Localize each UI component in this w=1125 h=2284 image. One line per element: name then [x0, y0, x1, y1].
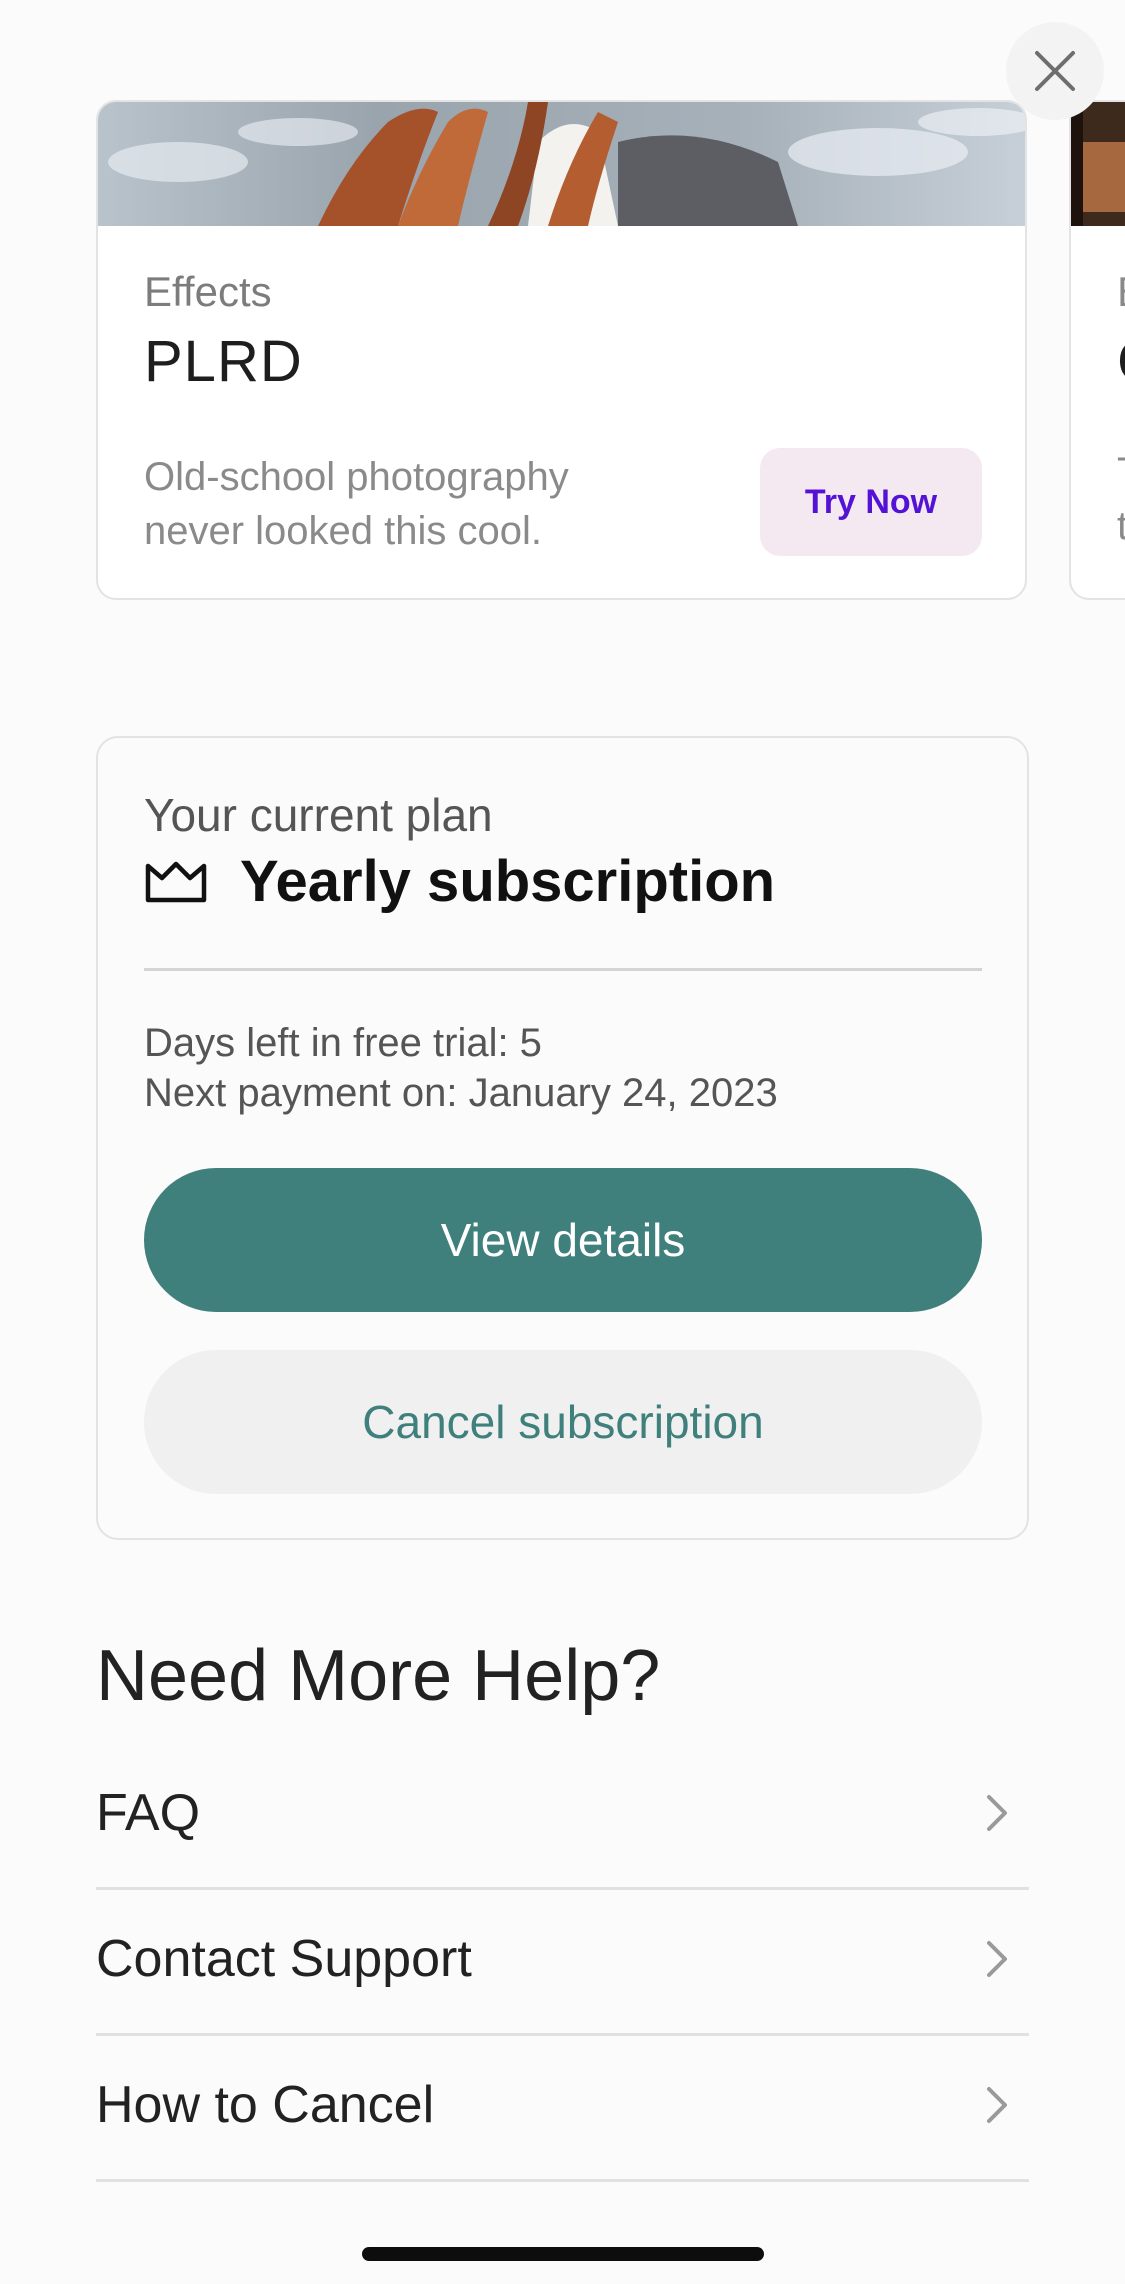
help-item-how-to-cancel[interactable]: How to Cancel — [96, 2036, 1029, 2182]
trial-days-left: Days left in free trial: 5 — [144, 1021, 542, 1065]
effect-card-next[interactable]: E C T t — [1069, 100, 1125, 600]
home-indicator[interactable] — [362, 2247, 764, 2261]
effect-description: t — [1117, 504, 1125, 549]
current-plan-label: Your current plan — [144, 789, 493, 841]
crown-icon — [145, 861, 207, 902]
chevron-right-icon — [985, 1793, 1009, 1833]
next-payment-date: Next payment on: January 24, 2023 — [144, 1071, 778, 1115]
help-item-label: Contact Support — [96, 1929, 472, 1988]
effect-card-plrd[interactable]: Effects PLRD Old-school photography neve… — [96, 100, 1027, 600]
help-item-faq[interactable]: FAQ — [96, 1744, 1029, 1890]
try-now-button[interactable]: Try Now — [760, 448, 982, 556]
chevron-right-icon — [985, 2085, 1009, 2125]
effect-title: C — [1117, 328, 1125, 395]
divider — [144, 968, 982, 971]
help-section-title: Need More Help? — [96, 1636, 661, 1716]
effect-category: E — [1117, 268, 1125, 316]
chevron-right-icon — [985, 1939, 1009, 1979]
help-list: FAQ Contact Support How to Cancel — [96, 1744, 1029, 2182]
effect-category: Effects — [144, 268, 272, 315]
close-icon — [1035, 51, 1075, 91]
help-item-contact-support[interactable]: Contact Support — [96, 1890, 1029, 2036]
cancel-subscription-button[interactable]: Cancel subscription — [144, 1350, 982, 1494]
current-plan-card: Your current plan Yearly subscription Da… — [96, 736, 1029, 1540]
effect-description: Old-school photography never looked this… — [144, 455, 569, 553]
effect-preview-image — [98, 102, 1025, 226]
effect-preview-image — [1071, 102, 1125, 226]
help-item-label: FAQ — [96, 1783, 201, 1842]
effect-description: T — [1117, 450, 1125, 495]
effect-title: PLRD — [144, 329, 303, 394]
view-details-button[interactable]: View details — [144, 1168, 982, 1312]
effects-carousel[interactable]: Effects PLRD Old-school photography neve… — [0, 0, 1125, 610]
plan-name: Yearly subscription — [240, 849, 776, 914]
close-button[interactable] — [1006, 22, 1104, 120]
help-item-label: How to Cancel — [96, 2075, 435, 2134]
